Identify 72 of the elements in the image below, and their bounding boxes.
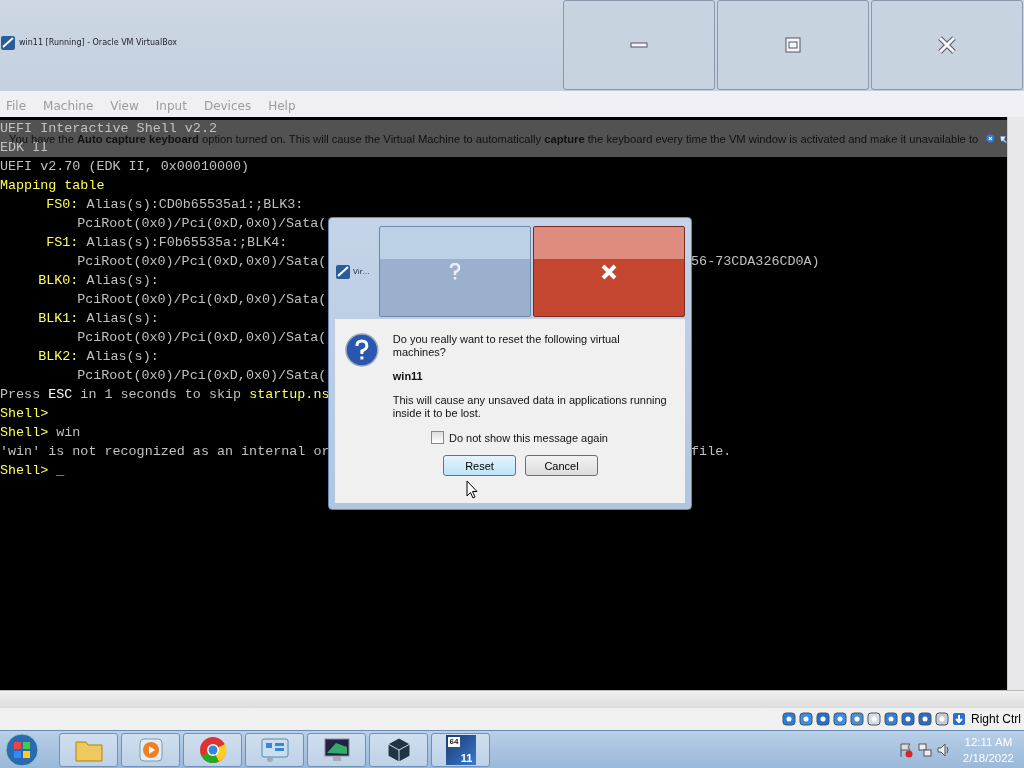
app-icon <box>0 34 16 51</box>
question-icon <box>448 262 461 281</box>
host-key-label: Right Ctrl <box>971 712 1021 726</box>
dialog-button[interactable]: Cancel <box>525 455 598 476</box>
console-line: PciRoot(0x0)/Pci(0xD,0x0)/Sata( <box>77 368 327 383</box>
device-icon[interactable] <box>901 712 915 726</box>
dialog-button[interactable]: Reset <box>443 455 516 476</box>
menu-item[interactable]: Input <box>155 99 187 113</box>
monitor-icon <box>321 736 352 763</box>
cursor-icon <box>466 480 478 499</box>
arrow-down-icon[interactable] <box>952 712 966 726</box>
console-line: PciRoot(0x0)/Pci(0xD,0x0)/Sata( <box>77 330 327 345</box>
device-icon[interactable] <box>918 712 932 726</box>
console-line: BLK2: Alias(s): <box>38 349 159 364</box>
console-line: Mapping table <box>0 178 105 193</box>
browser-icon <box>198 735 227 764</box>
taskbar-button[interactable] <box>369 732 428 767</box>
console-line: BLK0: Alias(s): <box>38 273 159 288</box>
device-icon[interactable] <box>867 712 881 726</box>
clock-time[interactable]: 12:11 AM <box>964 733 1013 750</box>
device-icon[interactable] <box>799 712 813 726</box>
checkbox-label[interactable]: Do not show this message again <box>449 431 608 444</box>
close-button[interactable] <box>532 226 685 317</box>
minimize-icon <box>630 42 648 48</box>
checkbox[interactable] <box>431 431 444 444</box>
console-line: BLK1: Alias(s): <box>38 311 159 326</box>
device-icon[interactable] <box>833 712 847 726</box>
console-line: UEFI v2.70 (EDK II, 0x00010000) <box>0 159 250 174</box>
device-icon[interactable] <box>782 712 796 726</box>
close-icon <box>937 36 957 54</box>
menu-item[interactable]: File <box>6 99 27 113</box>
menu-item[interactable]: View <box>110 99 139 113</box>
app-icon <box>335 263 351 280</box>
machine-name: win11 <box>392 370 424 383</box>
console-line: UEFI Interactive Shell v2.2 <box>0 121 217 136</box>
tile-label: 64 <box>447 736 461 747</box>
console-line: Shell> win <box>0 425 81 440</box>
console-line: file. <box>691 443 732 461</box>
device-icon[interactable] <box>816 712 830 726</box>
device-icon[interactable] <box>935 712 949 726</box>
window-title: win11 [Running] - Oracle VM VirtualBox <box>19 38 178 47</box>
console-line: Shell> <box>0 406 49 421</box>
console-line: Shell> _ <box>0 463 65 478</box>
menu-item[interactable]: Machine <box>43 99 94 113</box>
console-line: PciRoot(0x0)/Pci(0xD,0x0)/Sata( <box>77 216 327 231</box>
menu-item[interactable]: Help <box>268 99 296 113</box>
question-icon <box>345 333 379 367</box>
start-button[interactable] <box>2 731 42 768</box>
play-icon <box>137 736 164 763</box>
cube-icon <box>385 735 412 764</box>
menu-item[interactable]: Devices <box>203 99 252 113</box>
speaker-icon[interactable] <box>935 741 952 758</box>
taskbar-button[interactable]: 64 11 <box>431 732 490 767</box>
question-text: Do you really want to reset the following virtual machines? <box>392 333 621 359</box>
console-line: 'win' is not recognized as an internal or <box>0 444 330 459</box>
warning-text: This will cause any unsaved data in applications running inside it to be lost. <box>392 394 668 420</box>
device-icon[interactable] <box>850 712 864 726</box>
close-icon <box>599 263 618 280</box>
device-icon[interactable] <box>884 712 898 726</box>
flag-icon[interactable] <box>897 741 914 758</box>
console-line: FS0: Alias(s):CD0b65535a1:;BLK3: <box>46 197 304 212</box>
console-line: Press ESC in 1 seconds to skip startup.ns <box>0 387 330 402</box>
control-panel-icon <box>259 736 290 763</box>
console-line: FS1: Alias(s):F0b65535a:;BLK4: <box>46 235 288 250</box>
network-icon[interactable] <box>916 741 933 758</box>
taskbar-button[interactable] <box>307 732 366 767</box>
console-line: 56-73CDA326CD0A) <box>691 253 820 271</box>
console-line: PciRoot(0x0)/Pci(0xD,0x0)/Sata( <box>77 254 327 269</box>
console-line: PciRoot(0x0)/Pci(0xD,0x0)/Sata( <box>77 292 327 307</box>
maximize-icon <box>785 37 801 53</box>
tile-label: 11 <box>460 751 474 765</box>
clock-date[interactable]: 2/18/2022 <box>962 749 1014 766</box>
